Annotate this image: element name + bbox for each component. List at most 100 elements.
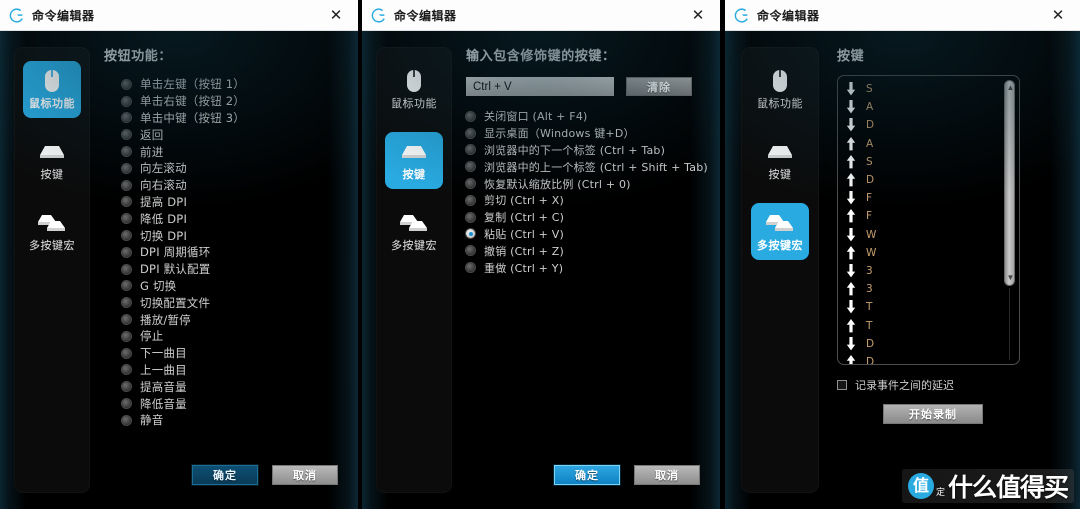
radio-option[interactable]: 关闭窗口 (Alt + F4): [466, 108, 706, 125]
macro-event-row[interactable]: S: [844, 80, 1003, 98]
sidebar-item-keys[interactable]: 按键: [751, 132, 809, 189]
sidebar-item-multi-key-macro[interactable]: 多按键宏: [751, 203, 809, 260]
macro-event-row[interactable]: W: [844, 226, 1003, 244]
radio-button[interactable]: [466, 263, 475, 273]
radio-button[interactable]: [122, 113, 131, 123]
radio-option[interactable]: 向右滚动: [122, 177, 344, 194]
radio-button[interactable]: [122, 147, 131, 157]
radio-button[interactable]: [466, 195, 475, 205]
scrollbar-thumb[interactable]: ▲ ▼: [1004, 80, 1015, 286]
radio-button[interactable]: [122, 399, 131, 409]
close-icon[interactable]: ✕: [676, 0, 720, 30]
radio-option[interactable]: 向左滚动: [122, 160, 344, 177]
cancel-button[interactable]: 取消: [272, 465, 338, 485]
clear-button[interactable]: 清除: [626, 77, 692, 96]
radio-option[interactable]: 粘贴 (Ctrl + V): [466, 226, 706, 243]
radio-option[interactable]: 降低 DPI: [122, 210, 344, 227]
ok-button[interactable]: 确定: [554, 465, 620, 485]
radio-option[interactable]: 静音: [122, 412, 344, 429]
radio-option[interactable]: 下一曲目: [122, 345, 344, 362]
sidebar-item-mouse-functions[interactable]: 鼠标功能: [751, 61, 809, 118]
radio-button[interactable]: [122, 298, 131, 308]
radio-option[interactable]: 切换配置文件: [122, 294, 344, 311]
radio-button[interactable]: [122, 348, 131, 358]
radio-button[interactable]: [122, 264, 131, 274]
radio-option[interactable]: 单击中键（按钮 3）: [122, 110, 344, 127]
macro-event-row[interactable]: F: [844, 207, 1003, 225]
macro-event-row[interactable]: F: [844, 189, 1003, 207]
radio-option[interactable]: 上一曲目: [122, 362, 344, 379]
radio-button[interactable]: [122, 415, 131, 425]
radio-option[interactable]: 浏览器中的下一个标签 (Ctrl + Tab): [466, 142, 706, 159]
radio-button[interactable]: [122, 247, 131, 257]
macro-event-row[interactable]: A: [844, 135, 1003, 153]
close-icon[interactable]: ✕: [314, 0, 358, 30]
macro-event-row[interactable]: A: [844, 98, 1003, 116]
radio-button[interactable]: [466, 212, 475, 222]
macro-event-row[interactable]: D: [844, 335, 1003, 353]
sidebar-item-multi-key-macro[interactable]: 多按键宏: [23, 203, 81, 260]
sidebar-item-mouse-functions[interactable]: 鼠标功能: [23, 61, 81, 118]
record-delay-checkbox[interactable]: [837, 380, 847, 390]
macro-event-row[interactable]: 3: [844, 262, 1003, 280]
radio-button[interactable]: [122, 197, 131, 207]
start-recording-button[interactable]: 开始录制: [883, 404, 983, 424]
radio-button[interactable]: [122, 365, 131, 375]
radio-button[interactable]: [466, 111, 475, 121]
radio-option[interactable]: 剪切 (Ctrl + X): [466, 192, 706, 209]
radio-button[interactable]: [122, 331, 131, 341]
macro-event-row[interactable]: S: [844, 153, 1003, 171]
close-icon[interactable]: ✕: [1036, 0, 1080, 30]
macro-event-row[interactable]: D: [844, 353, 1003, 364]
radio-button[interactable]: [122, 79, 131, 89]
radio-option[interactable]: 降低音量: [122, 395, 344, 412]
macro-event-row[interactable]: D: [844, 171, 1003, 189]
radio-option[interactable]: 恢复默认缩放比例 (Ctrl + 0): [466, 175, 706, 192]
radio-option[interactable]: DPI 默认配置: [122, 261, 344, 278]
radio-button[interactable]: [122, 231, 131, 241]
radio-option[interactable]: 播放/暂停: [122, 311, 344, 328]
radio-option[interactable]: 显示桌面（Windows 键+D）: [466, 125, 706, 142]
macro-event-list[interactable]: SADASDFFWW33TTDDGF ▲ ▼: [837, 75, 1020, 365]
radio-option[interactable]: 单击右键（按钮 2）: [122, 93, 344, 110]
radio-button[interactable]: [466, 162, 475, 172]
macro-event-row[interactable]: T: [844, 316, 1003, 334]
cancel-button[interactable]: 取消: [634, 465, 700, 485]
radio-option[interactable]: 撤销 (Ctrl + Z): [466, 242, 706, 259]
macro-event-row[interactable]: T: [844, 298, 1003, 316]
sidebar-item-mouse-functions[interactable]: 鼠标功能: [385, 61, 443, 118]
radio-option[interactable]: DPI 周期循环: [122, 244, 344, 261]
radio-button[interactable]: [122, 281, 131, 291]
sidebar-item-keys[interactable]: 按键: [385, 132, 443, 189]
radio-button[interactable]: [466, 145, 475, 155]
radio-option[interactable]: 停止: [122, 328, 344, 345]
key-combo-input[interactable]: [466, 77, 614, 96]
radio-button[interactable]: [466, 179, 475, 189]
radio-option[interactable]: 提高 DPI: [122, 194, 344, 211]
radio-option[interactable]: 浏览器中的上一个标签 (Ctrl + Shift + Tab): [466, 158, 708, 175]
sidebar-item-keys[interactable]: 按键: [23, 132, 81, 189]
radio-button[interactable]: [122, 214, 131, 224]
radio-option[interactable]: 重做 (Ctrl + Y): [466, 259, 706, 276]
radio-option[interactable]: 复制 (Ctrl + C): [466, 209, 706, 226]
radio-button-selected[interactable]: [466, 229, 475, 239]
macro-event-row[interactable]: 3: [844, 280, 1003, 298]
radio-button[interactable]: [466, 246, 475, 256]
record-delay-checkbox-row[interactable]: 记录事件之间的延迟: [837, 377, 1066, 393]
radio-button[interactable]: [466, 128, 475, 138]
radio-button[interactable]: [122, 315, 131, 325]
radio-option[interactable]: 提高音量: [122, 378, 344, 395]
radio-button[interactable]: [122, 163, 131, 173]
radio-button[interactable]: [122, 96, 131, 106]
radio-button[interactable]: [122, 130, 131, 140]
radio-button[interactable]: [122, 382, 131, 392]
radio-option[interactable]: 切换 DPI: [122, 227, 344, 244]
radio-option[interactable]: G 切换: [122, 278, 344, 295]
ok-button[interactable]: 确定: [192, 465, 258, 485]
radio-button[interactable]: [122, 180, 131, 190]
radio-option[interactable]: 返回: [122, 126, 344, 143]
radio-option[interactable]: 单击左键（按钮 1）: [122, 76, 344, 93]
sidebar-item-multi-key-macro[interactable]: 多按键宏: [385, 203, 443, 260]
macro-list-scrollbar[interactable]: ▲ ▼: [1004, 80, 1015, 360]
radio-option[interactable]: 前进: [122, 143, 344, 160]
